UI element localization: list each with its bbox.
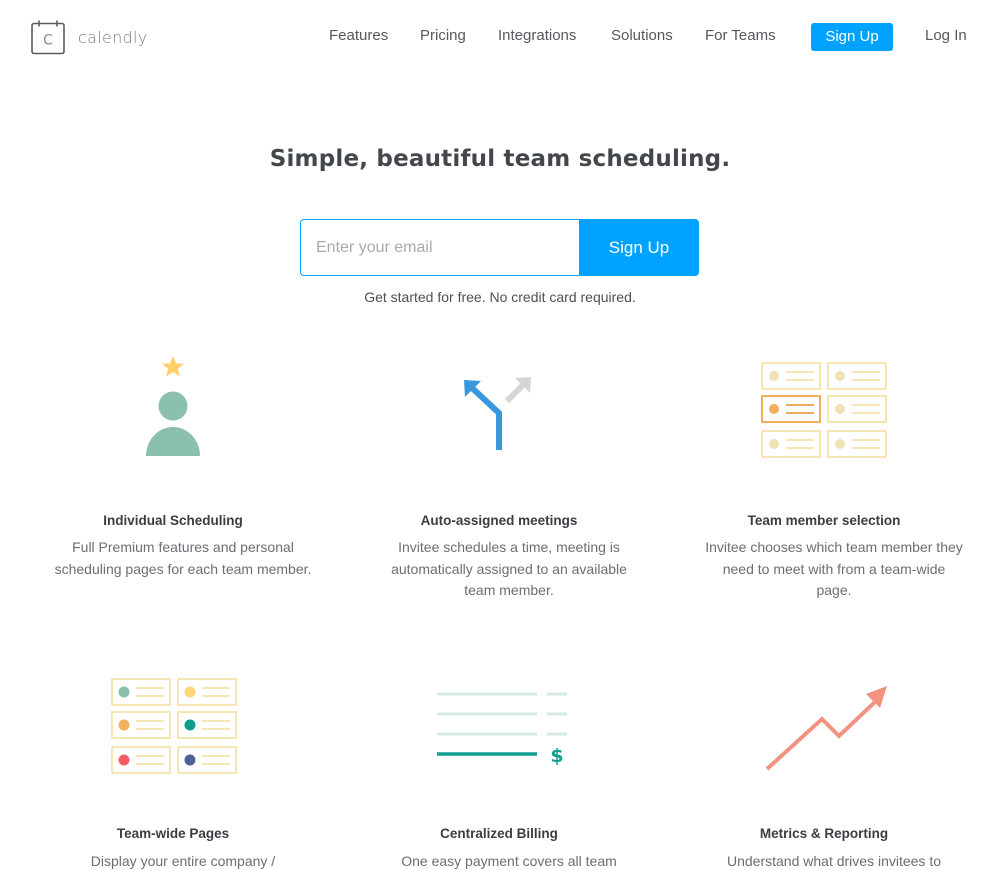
main-nav: Features Pricing Integrations Solutions … xyxy=(0,23,1000,51)
team-pages-grid-icon xyxy=(111,678,237,774)
site-header: C calendly Features Pricing Integrations… xyxy=(0,0,1000,75)
svg-text:$: $ xyxy=(550,745,563,767)
feature-description: Understand what drives invitees to xyxy=(727,853,941,869)
member-grid-icon xyxy=(761,362,887,458)
feature-title: Auto-assigned meetings xyxy=(420,513,578,528)
feature-title: Team member selection xyxy=(747,513,901,528)
feature-individual-scheduling: Individual Scheduling Full Premium featu… xyxy=(8,350,338,610)
nav-for-teams[interactable]: For Teams xyxy=(705,27,776,44)
feature-title: Individual Scheduling xyxy=(103,513,243,528)
feature-description: Display your entire company / xyxy=(90,853,276,869)
nav-login[interactable]: Log In xyxy=(925,27,967,44)
nav-solutions[interactable]: Solutions xyxy=(611,27,673,44)
page-title: Simple, beautiful team scheduling. xyxy=(269,146,731,172)
trend-arrow-icon xyxy=(765,686,887,771)
feature-metrics-reporting: Metrics & Reporting Understand what driv… xyxy=(659,665,989,870)
feature-description: Full Premium features and personal sched… xyxy=(54,539,312,577)
email-input[interactable] xyxy=(300,219,579,276)
fork-arrow-icon xyxy=(464,377,531,450)
nav-integrations[interactable]: Integrations xyxy=(498,27,576,44)
feature-description: Invitee schedules a time, meeting is aut… xyxy=(391,539,627,598)
nav-signup-button[interactable]: Sign Up xyxy=(811,23,893,51)
person-star-icon xyxy=(146,356,200,456)
nav-pricing[interactable]: Pricing xyxy=(420,27,466,44)
feature-description: Invitee chooses which team member they n… xyxy=(705,539,963,598)
feature-title: Centralized Billing xyxy=(440,826,558,841)
signup-note: Get started for free. No credit card req… xyxy=(364,289,636,305)
feature-team-wide-pages: Team-wide Pages Display your entire comp… xyxy=(8,665,338,870)
feature-centralized-billing: $ Centralized Billing One easy payment c… xyxy=(334,665,664,870)
signup-form: Sign Up xyxy=(300,219,699,276)
feature-title: Team-wide Pages xyxy=(116,826,230,841)
feature-auto-assigned: Auto-assigned meetings Invitee schedules… xyxy=(334,350,664,610)
nav-features[interactable]: Features xyxy=(329,27,388,44)
hero-signup-button[interactable]: Sign Up xyxy=(579,219,699,276)
feature-description: One easy payment covers all team xyxy=(401,853,617,869)
feature-title: Metrics & Reporting xyxy=(759,826,889,841)
feature-team-member-selection: Team member selection Invitee chooses wh… xyxy=(659,350,989,610)
billing-dollar-icon: $ xyxy=(437,692,567,767)
